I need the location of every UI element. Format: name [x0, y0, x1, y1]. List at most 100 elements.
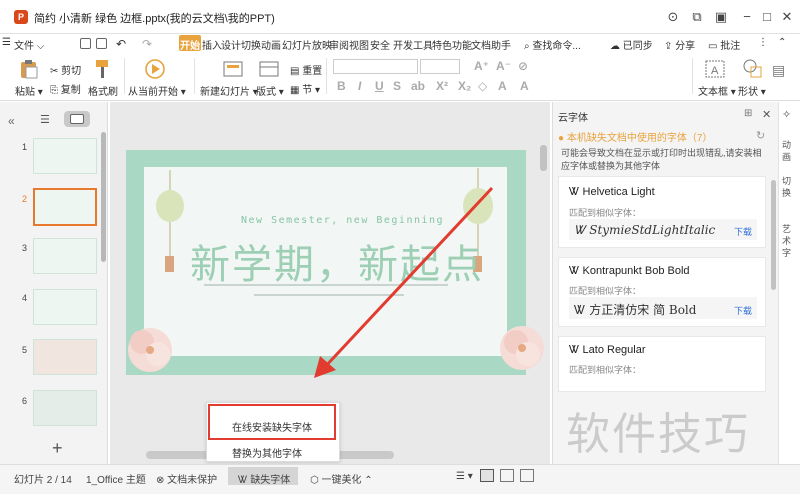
- textbox-button[interactable]: 文本框 ▾: [698, 83, 736, 98]
- tab-assistant[interactable]: 文档助手: [471, 37, 511, 52]
- clear-format-icon[interactable]: ⊘: [518, 59, 528, 73]
- download-link[interactable]: 下载: [734, 304, 752, 317]
- slide-thumbnail-4[interactable]: [33, 289, 97, 325]
- tab-start[interactable]: 开始: [180, 37, 200, 52]
- shape-icon[interactable]: [742, 58, 764, 80]
- tab-security[interactable]: 安全: [370, 37, 390, 52]
- reading-view-icon[interactable]: [520, 469, 534, 482]
- user-avatar-icon[interactable]: ⊙: [664, 8, 682, 26]
- slide-thumbnail-2[interactable]: [33, 188, 97, 226]
- textbox-icon[interactable]: A: [704, 58, 726, 80]
- tab-design[interactable]: 设计: [221, 37, 241, 52]
- copy-button[interactable]: ⎘ 复制: [50, 81, 81, 96]
- tile-windows-icon[interactable]: ▣: [712, 8, 730, 26]
- new-slide-icon[interactable]: [222, 58, 244, 80]
- menu-hamburger-icon[interactable]: ☰: [2, 37, 11, 48]
- missing-font-hint: 可能会导致文档在显示或打印时出现错乱,请安装相应字体或替换为其他字体: [561, 148, 762, 171]
- match-label: 匹配到相似字体：: [569, 208, 642, 218]
- tab-view[interactable]: 视图: [349, 37, 369, 52]
- download-link[interactable]: 下载: [734, 225, 752, 238]
- undo-icon[interactable]: ↶: [116, 37, 126, 51]
- slide-thumbnail-5[interactable]: [33, 339, 97, 375]
- side-tab-label[interactable]: 换: [782, 186, 791, 199]
- format-painter-icon[interactable]: [92, 58, 112, 80]
- tab-insert[interactable]: 插入: [202, 37, 222, 52]
- paste-button[interactable]: 粘贴 ▾: [15, 83, 43, 98]
- slide-thumbnail-3[interactable]: [33, 238, 97, 274]
- side-tab-label[interactable]: 画: [782, 150, 791, 163]
- panel-close-icon[interactable]: ✕: [762, 108, 771, 121]
- format-painter-button[interactable]: 格式刷: [88, 83, 118, 98]
- decrease-font-icon[interactable]: A⁻: [496, 59, 511, 73]
- font-name: Ꮤ Kontrapunkt Bob Bold: [569, 265, 690, 277]
- install-missing-fonts-item[interactable]: 在线安装缺失字体: [232, 419, 312, 434]
- layout-icon[interactable]: [258, 58, 280, 80]
- cut-button[interactable]: ✂ 剪切: [50, 62, 81, 77]
- eraser-icon[interactable]: ◇: [478, 79, 487, 93]
- more-icon[interactable]: ⋮: [758, 37, 768, 48]
- tab-review[interactable]: 审阅: [329, 37, 349, 52]
- beautify-button[interactable]: ⬡ 一键美化 ⌃: [310, 471, 373, 486]
- normal-view-icon[interactable]: [480, 469, 494, 482]
- side-tab-label[interactable]: 字: [782, 246, 791, 259]
- section-button[interactable]: ▦ 节 ▾: [290, 81, 320, 96]
- canvas-vertical-scrollbar[interactable]: [540, 145, 547, 171]
- replace-fonts-item[interactable]: 替换为其他字体: [232, 445, 302, 460]
- file-menu[interactable]: 文件 ⌵: [14, 37, 44, 52]
- collapse-pane-icon[interactable]: «: [8, 114, 15, 128]
- annotate-button[interactable]: ▭ 批注: [708, 37, 740, 52]
- slide-thumbnail-1[interactable]: [33, 138, 97, 174]
- share-button[interactable]: ⇪ 分享: [664, 37, 695, 52]
- thumbnail-scrollbar[interactable]: [101, 132, 106, 262]
- panel-menu-icon[interactable]: ⊞: [744, 108, 752, 119]
- refresh-icon[interactable]: ↻: [756, 129, 765, 142]
- font-family-select[interactable]: [333, 59, 418, 74]
- paste-icon[interactable]: [18, 58, 40, 80]
- font-name: Ꮤ Helvetica Light: [569, 186, 655, 198]
- maximize-icon[interactable]: □: [758, 8, 776, 26]
- add-slide-icon[interactable]: +: [52, 438, 63, 459]
- shadow-icon[interactable]: S: [393, 79, 401, 93]
- arrange-icon[interactable]: ▤: [772, 62, 785, 79]
- minimize-icon[interactable]: −: [738, 8, 756, 26]
- layout-button[interactable]: 版式 ▾: [256, 83, 284, 98]
- protect-status[interactable]: ⊗ 文档未保护: [156, 471, 217, 486]
- underline-icon[interactable]: U: [375, 79, 384, 93]
- collapse-ribbon-icon[interactable]: ⌃: [778, 37, 786, 48]
- bold-icon[interactable]: B: [337, 79, 346, 93]
- italic-icon[interactable]: I: [358, 79, 361, 93]
- reset-button[interactable]: ▤ 重置: [290, 62, 322, 77]
- new-slide-button[interactable]: 新建幻灯片 ▾: [200, 83, 258, 98]
- restore-icon[interactable]: ⧉: [688, 8, 706, 26]
- tab-animation[interactable]: 动画: [261, 37, 281, 52]
- shape-button[interactable]: 形状 ▾: [738, 83, 766, 98]
- theme-name[interactable]: 1_Office 主题: [86, 471, 146, 486]
- tab-slideshow[interactable]: 幻灯片放映: [282, 37, 332, 52]
- notes-icon[interactable]: ☰ ▾: [456, 471, 473, 482]
- strikethrough-icon[interactable]: ab: [411, 79, 425, 93]
- print-icon[interactable]: [96, 38, 107, 49]
- close-icon[interactable]: ✕: [778, 8, 796, 26]
- increase-font-icon[interactable]: A⁺: [474, 59, 489, 73]
- font-color-icon[interactable]: A: [498, 79, 507, 93]
- tab-features[interactable]: 特色功能: [432, 37, 472, 52]
- superscript-icon[interactable]: X²: [436, 79, 448, 93]
- slide-thumbnail-6[interactable]: [33, 390, 97, 426]
- panel-scrollbar[interactable]: [771, 180, 776, 290]
- play-icon[interactable]: [144, 58, 166, 80]
- save-icon[interactable]: [80, 38, 91, 49]
- tab-developer[interactable]: 开发工具: [393, 37, 433, 52]
- sync-status[interactable]: ☁ 已同步: [610, 37, 653, 52]
- font-size-select[interactable]: [420, 59, 460, 74]
- play-from-current-button[interactable]: 从当前开始 ▾: [128, 83, 186, 98]
- redo-icon[interactable]: ↷: [142, 37, 152, 51]
- subscript-icon[interactable]: X₂: [458, 79, 471, 93]
- highlight-color-icon[interactable]: A: [520, 79, 529, 93]
- sorter-view-icon[interactable]: [500, 469, 514, 482]
- outline-view-icon[interactable]: ☰: [40, 113, 50, 126]
- side-settings-icon[interactable]: ✧: [782, 108, 791, 121]
- tab-transition[interactable]: 切换: [241, 37, 261, 52]
- command-search[interactable]: ⌕ 查找命令...: [524, 37, 581, 52]
- slides-view-icon: [70, 114, 84, 124]
- svg-text:A: A: [711, 65, 719, 77]
